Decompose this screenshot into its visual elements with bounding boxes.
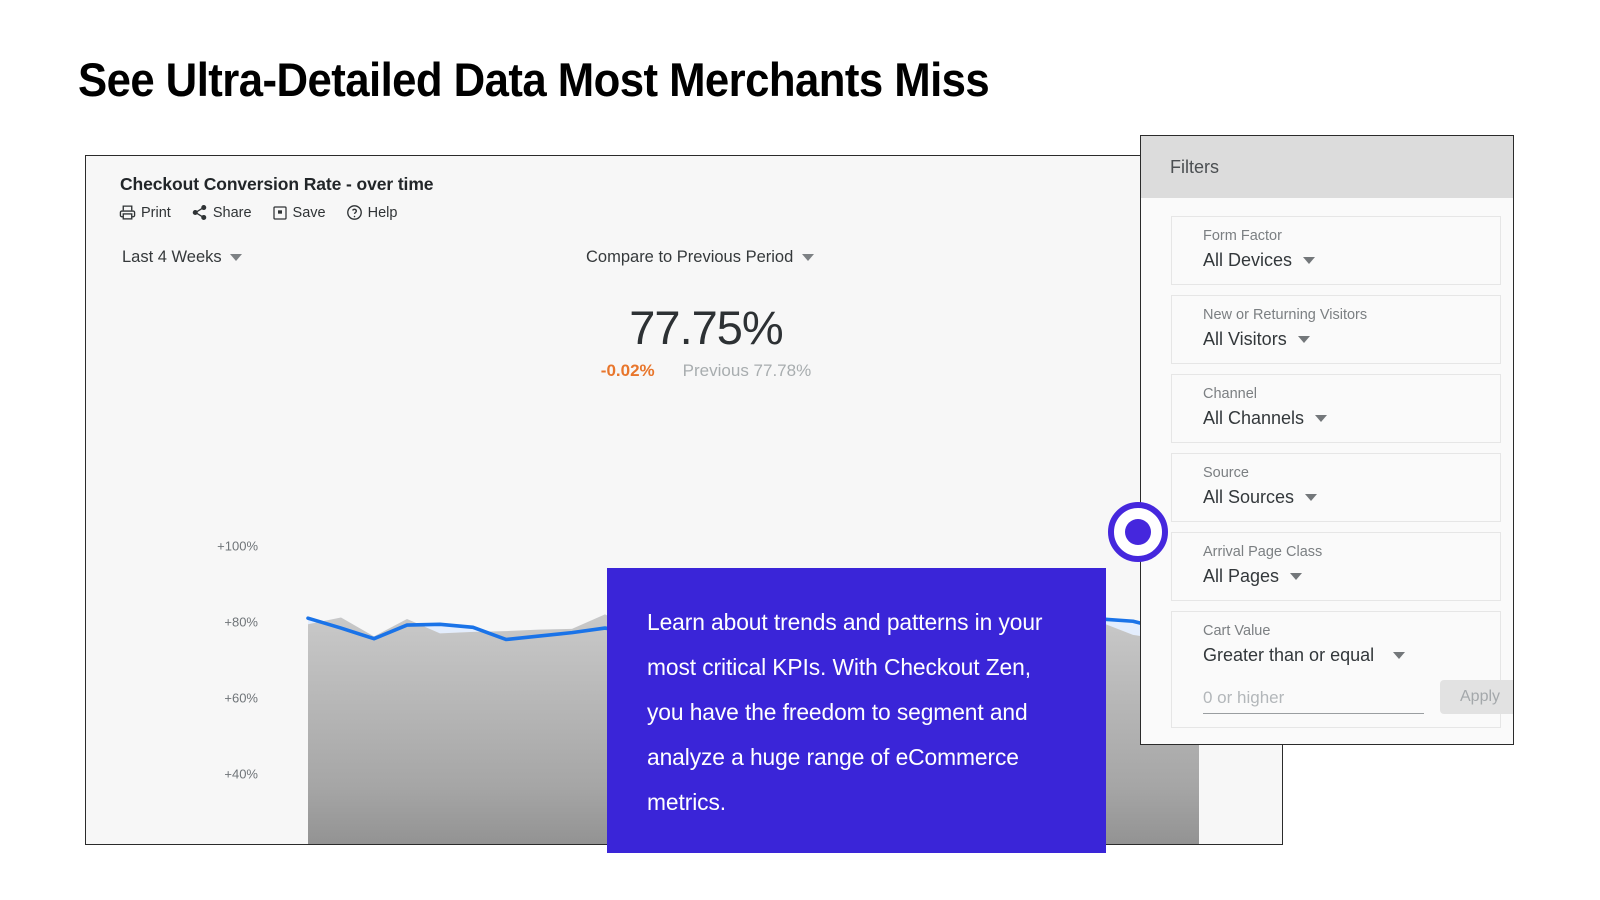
page-title: See Ultra-Detailed Data Most Merchants M… — [78, 53, 990, 106]
filters-list: Form Factor All Devices New or Returning… — [1141, 198, 1513, 744]
filter-arrival-page-class[interactable]: Arrival Page Class All Pages — [1171, 532, 1501, 601]
cart-value-input[interactable] — [1203, 686, 1424, 714]
filter-value-text: All Devices — [1203, 250, 1293, 270]
chevron-down-icon — [1305, 494, 1318, 501]
filter-label: New or Returning Visitors — [1203, 307, 1368, 323]
cart-value-row: Apply — [1203, 680, 1513, 714]
filter-value-text: All Pages — [1203, 566, 1280, 586]
chevron-down-icon — [1297, 336, 1310, 343]
chevron-down-icon — [1290, 573, 1303, 580]
filter-value-dropdown[interactable]: All Devices — [1203, 250, 1484, 271]
filter-value-dropdown[interactable]: All Pages — [1203, 566, 1484, 587]
filter-new-or-returning[interactable]: New or Returning Visitors All Visitors — [1171, 295, 1501, 364]
page-root: See Ultra-Detailed Data Most Merchants M… — [0, 0, 1600, 900]
filter-label: Source — [1203, 465, 1249, 481]
filter-value-text: All Visitors — [1203, 329, 1287, 349]
filter-source[interactable]: Source All Sources — [1171, 453, 1501, 522]
filter-form-factor[interactable]: Form Factor All Devices — [1171, 216, 1501, 285]
chevron-down-icon — [1303, 257, 1316, 264]
filter-label: Form Factor — [1203, 228, 1282, 244]
filters-panel: Filters Form Factor All Devices New or R… — [1140, 135, 1514, 745]
filter-channel[interactable]: Channel All Channels — [1171, 374, 1501, 443]
filter-cart-value[interactable]: Cart Value Greater than or equal Apply — [1171, 611, 1513, 728]
filter-value-text: All Channels — [1203, 408, 1305, 428]
filter-value-dropdown[interactable]: All Channels — [1203, 408, 1484, 429]
apply-button[interactable]: Apply — [1440, 680, 1513, 714]
filter-value-text: All Sources — [1203, 487, 1295, 507]
tooltip-text: Learn about trends and patterns in your … — [647, 609, 1043, 815]
hotspot-inner-dot — [1125, 519, 1151, 545]
filters-header: Filters — [1141, 136, 1513, 198]
hotspot-marker[interactable] — [1108, 502, 1168, 562]
cart-value-operator-text: Greater than or equal — [1203, 645, 1375, 665]
chevron-down-icon — [1393, 652, 1406, 659]
filter-label: Cart Value — [1203, 623, 1271, 639]
cart-value-operator-dropdown[interactable]: Greater than or equal — [1203, 645, 1484, 666]
tooltip-callout: Learn about trends and patterns in your … — [607, 568, 1106, 853]
filter-label: Channel — [1203, 386, 1258, 402]
filter-value-dropdown[interactable]: All Sources — [1203, 487, 1484, 508]
filter-value-dropdown[interactable]: All Visitors — [1203, 329, 1484, 350]
filter-label: Arrival Page Class — [1203, 544, 1323, 560]
chevron-down-icon — [1315, 415, 1328, 422]
